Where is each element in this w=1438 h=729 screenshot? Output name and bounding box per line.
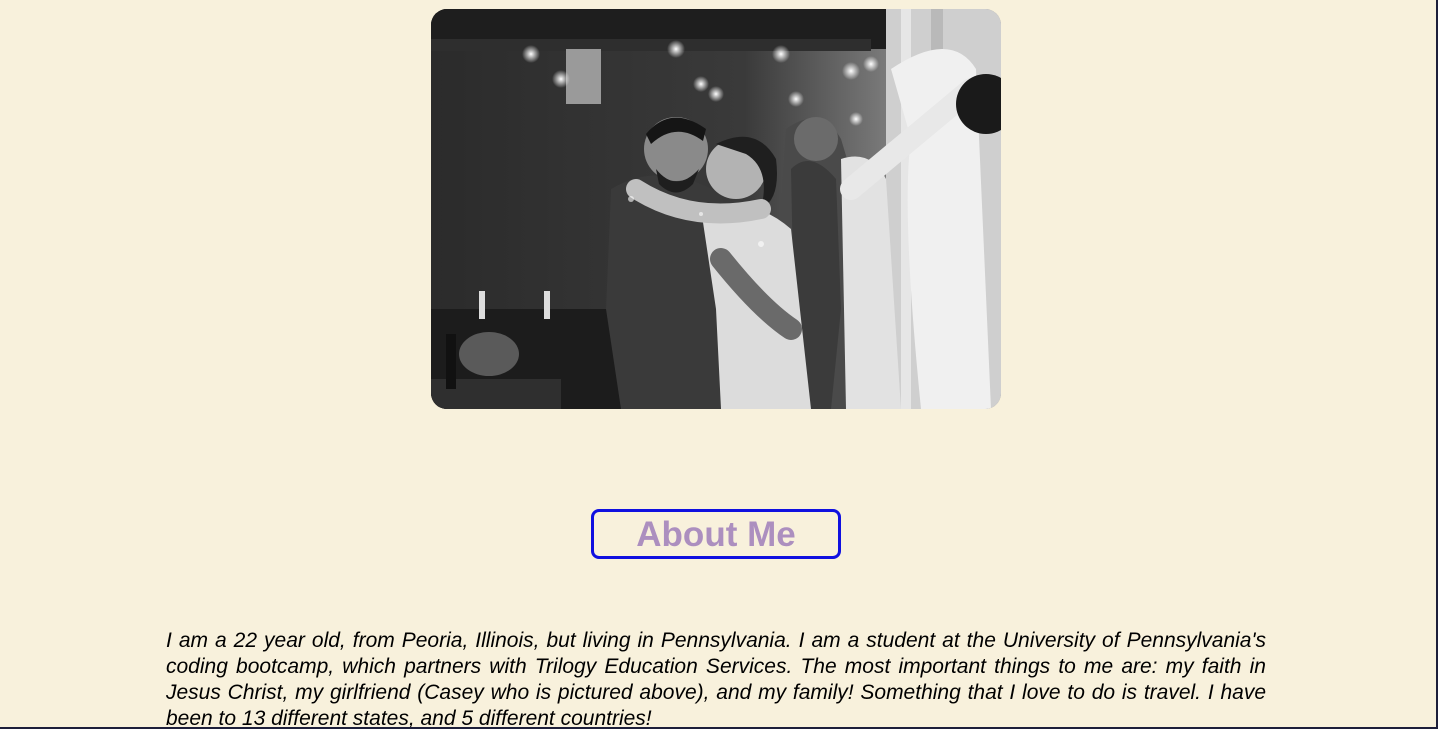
photo-image [431, 9, 1001, 409]
about-heading-box: About Me [591, 509, 841, 559]
about-bio: I am a 22 year old, from Peoria, Illinoi… [166, 629, 1266, 729]
about-heading: About Me [636, 514, 796, 554]
page: About Me I am a 22 year old, from Peoria… [0, 0, 1438, 729]
profile-photo [431, 9, 1001, 409]
